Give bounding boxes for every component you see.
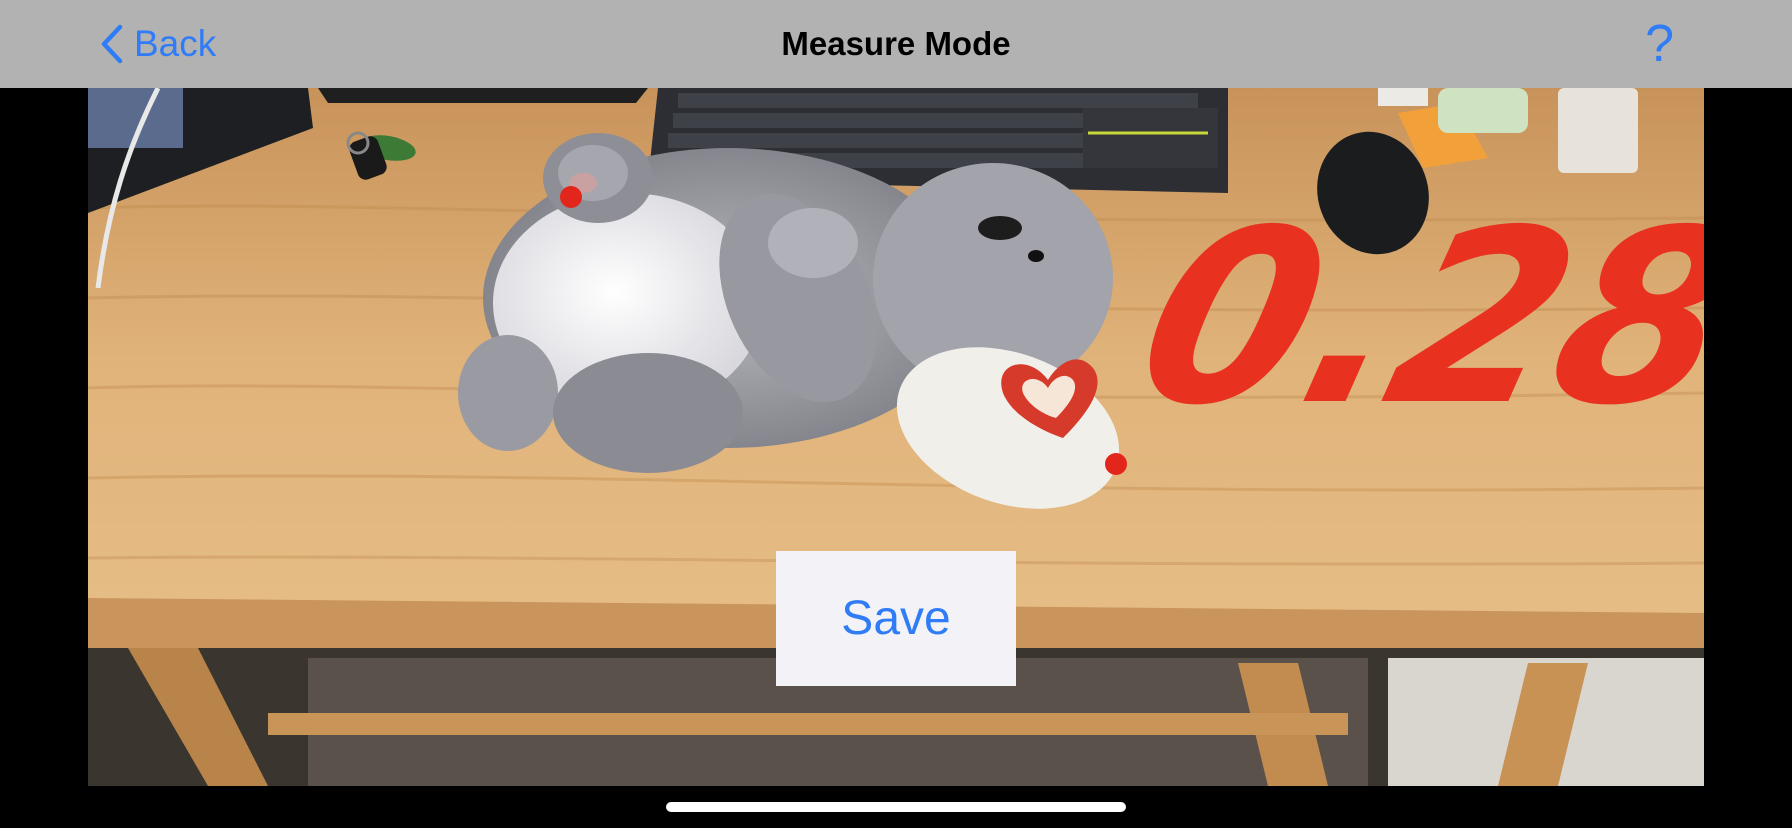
measure-point-start xyxy=(560,186,582,208)
measure-point-end xyxy=(1105,453,1127,475)
save-button[interactable]: Save xyxy=(776,551,1016,686)
home-indicator[interactable] xyxy=(666,802,1126,812)
measure-mode-screen: Back Measure Mode ? 0.28 Save xyxy=(0,0,1792,828)
chevron-left-icon xyxy=(101,24,123,64)
back-label: Back xyxy=(134,23,217,64)
back-button[interactable]: Back xyxy=(100,0,216,88)
help-button[interactable]: ? xyxy=(1645,0,1674,88)
page-title: Measure Mode xyxy=(781,25,1011,62)
navigation-bar: Back Measure Mode ? xyxy=(0,0,1792,88)
